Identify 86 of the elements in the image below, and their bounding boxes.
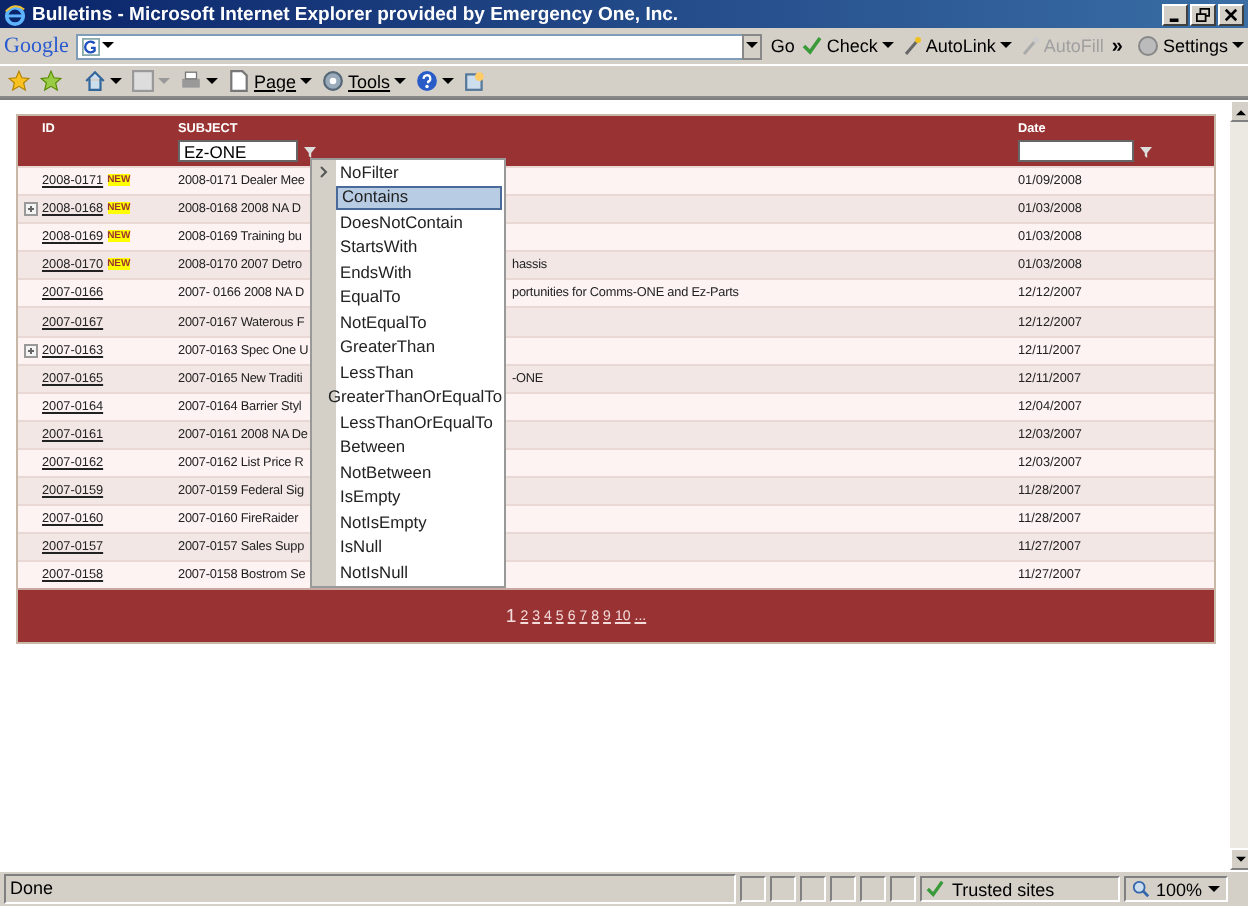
menu-item[interactable]: NoFilter <box>336 161 502 184</box>
page-link[interactable]: 1 <box>505 605 517 628</box>
menu-item[interactable]: EqualTo <box>336 286 502 309</box>
restore-icon <box>1196 7 1210 21</box>
zoom-button[interactable]: 100% <box>1124 876 1228 902</box>
down-arrow-icon <box>1236 855 1246 863</box>
status-pane <box>890 876 916 902</box>
menu-item[interactable]: IsEmpty <box>336 486 502 509</box>
menu-item[interactable]: StartsWith <box>336 236 502 259</box>
expand-icon[interactable] <box>23 343 37 358</box>
add-favorite-icon[interactable] <box>40 70 62 92</box>
wand-icon <box>901 36 922 56</box>
menu-item[interactable]: NotBetween <box>336 461 502 484</box>
go-button[interactable]: Go <box>770 36 795 56</box>
filter-icon[interactable] <box>1140 145 1152 157</box>
menu-item[interactable]: NotEqualTo <box>336 311 502 334</box>
caret-icon <box>394 77 407 85</box>
toolbar-button[interactable]: Check <box>802 36 894 56</box>
caret-icon <box>110 77 122 85</box>
settings-button[interactable]: Settings <box>1138 36 1244 56</box>
menu-item[interactable]: EndsWith <box>336 261 502 284</box>
magnifier-icon <box>1132 880 1150 898</box>
home-button[interactable] <box>84 70 122 92</box>
caret-icon <box>999 42 1012 50</box>
filter-field[interactable]: Ez-ONE <box>178 140 298 162</box>
security-zone: Trusted sites <box>920 876 1120 902</box>
google-logo: Google <box>4 34 69 58</box>
close-icon <box>1224 7 1238 21</box>
expand-icon[interactable] <box>23 202 37 217</box>
menu-item[interactable]: GreaterThan <box>336 336 502 359</box>
g-icon <box>82 37 101 55</box>
scroll-up-button[interactable] <box>1230 100 1248 122</box>
print-button[interactable] <box>180 70 218 92</box>
menu-item[interactable]: Contains <box>336 186 502 209</box>
menu-item[interactable]: NotIsNull <box>336 561 502 584</box>
e-logo-icon <box>4 3 26 25</box>
status-pane <box>800 876 826 902</box>
wand-icon <box>1019 36 1040 56</box>
menu-item[interactable]: IsNull <box>336 536 502 559</box>
caret-icon <box>300 77 313 85</box>
status-pane <box>740 876 766 902</box>
filter-icon[interactable] <box>304 145 316 157</box>
close-button[interactable] <box>1218 3 1244 25</box>
page-icon <box>228 70 250 92</box>
help-button[interactable] <box>416 70 455 92</box>
caret-icon <box>158 77 170 85</box>
scrollbar[interactable] <box>1230 100 1248 870</box>
checkmark-icon <box>802 36 823 56</box>
menu-item[interactable]: LessThanOrEqualTo <box>336 411 502 434</box>
caret-icon <box>442 77 455 85</box>
menu-button[interactable]: Page <box>228 70 313 92</box>
status-pane <box>770 876 796 902</box>
menu-item[interactable]: GreaterThanOrEqualTo <box>323 386 502 409</box>
minimize-button[interactable] <box>1162 3 1188 25</box>
more-button[interactable]: » <box>1111 35 1123 57</box>
research-icon[interactable] <box>464 70 487 92</box>
menu-item[interactable]: LessThan <box>336 361 502 384</box>
caret-icon <box>1208 885 1221 893</box>
status-text: Done <box>4 874 736 904</box>
status-pane <box>860 876 886 902</box>
help-icon <box>416 70 439 92</box>
gear-icon <box>1138 36 1159 56</box>
status-pane <box>830 876 856 902</box>
caret-icon <box>881 42 894 50</box>
caret-icon <box>1232 42 1244 50</box>
printer-icon <box>180 70 202 92</box>
search-dropdown-button[interactable] <box>742 33 763 59</box>
window-title: Bulletins - Microsoft Internet Explorer provided by Emergency One, Inc. <box>32 3 681 25</box>
caret-icon <box>206 77 218 85</box>
home-icon <box>84 70 106 92</box>
scroll-down-button[interactable] <box>1230 848 1248 870</box>
search-field[interactable] <box>76 33 744 59</box>
filter-field[interactable] <box>1018 140 1134 162</box>
caret-icon <box>746 42 759 50</box>
feed-icon <box>132 70 154 92</box>
checkmark-icon <box>926 880 944 898</box>
caret-icon <box>102 42 115 50</box>
menu-item[interactable]: NotIsEmpty <box>336 511 502 534</box>
restore-button[interactable] <box>1190 3 1216 25</box>
menu-item[interactable]: Between <box>336 436 502 459</box>
toolbar-button[interactable]: AutoLink <box>901 36 1012 56</box>
up-arrow-icon <box>1236 107 1246 115</box>
menu-button[interactable]: Tools <box>322 70 407 92</box>
gear-icon <box>322 70 345 92</box>
menu-item[interactable]: DoesNotContain <box>336 211 502 234</box>
star-icon[interactable] <box>8 70 30 92</box>
